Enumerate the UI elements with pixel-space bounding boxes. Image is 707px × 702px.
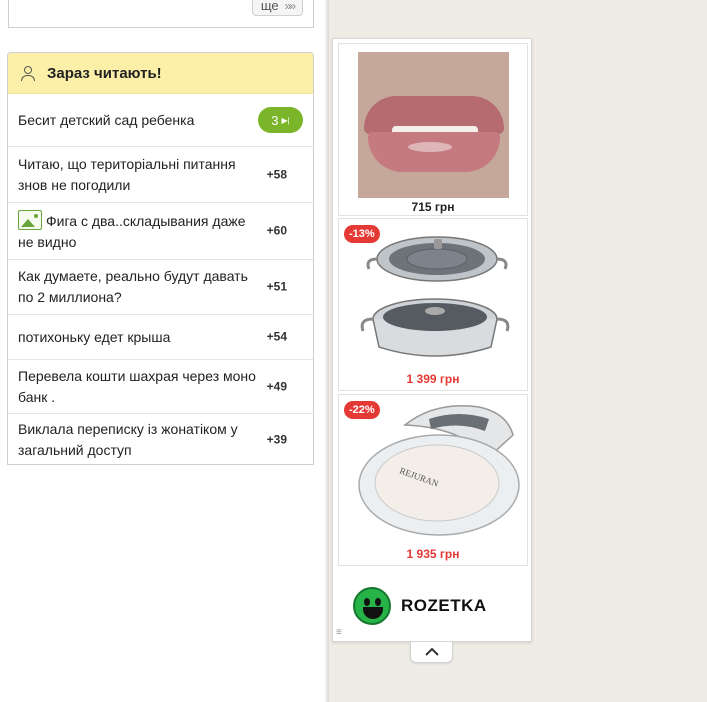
product-card-cushion[interactable]: REJURAN -22% 1 935 грн [338,394,528,566]
product-price: 1 399 грн [406,372,460,386]
play-icon: ▶| [281,115,290,125]
list-item[interactable]: Читаю, що територіальні питання знов не … [8,147,313,203]
rozetka-brand-text: ROZETKA [401,596,487,615]
user-icon [20,65,36,81]
reply-count: 3 [271,112,279,128]
previous-panel-bottom: ще »» [8,0,314,28]
rozetka-logo[interactable]: ROZETKA [353,587,487,625]
product-card-pan[interactable]: -13% 1 399 грн [338,218,528,391]
column-divider [325,0,329,702]
list-item[interactable]: Как думаете, реально будут давать по 2 м… [8,260,313,315]
discount-badge: -22% [344,401,380,419]
reply-count: +49 [266,379,287,393]
topic-title[interactable]: Фига с два..складывания даже не видно [18,209,257,253]
topic-title[interactable]: Виклала переписку із жонатіком у загальн… [18,419,257,461]
rozetka-smiley-icon [353,587,391,625]
reply-count: +60 [266,223,287,238]
double-chevron-right-icon: »» [284,0,296,13]
chevron-up-icon [424,647,439,656]
topic-title[interactable]: потихоньку едет крыша [18,327,170,348]
collapse-button[interactable] [410,642,453,663]
list-item[interactable]: Фига с два..складывания даже не видно +6… [8,203,313,260]
discount-badge: -13% [344,225,380,243]
topic-title[interactable]: Читаю, що територіальні питання знов не … [18,154,257,196]
reading-now-panel: Зараз читають! Бесит детский сад ребенка… [7,52,314,465]
list-item[interactable]: Перевела кошти шахрая через моно банк . … [8,360,313,414]
topic-title[interactable]: Бесит детский сад ребенка [18,110,194,131]
image-icon [18,209,42,230]
product-price: 715 грн [411,200,455,214]
topic-title-text: Фига с два..складывания даже не видно [18,212,246,250]
more-button[interactable]: ще »» [251,0,303,16]
reply-count: +39 [266,432,287,447]
list-item[interactable]: Виклала переписку із жонатіком у загальн… [8,414,313,464]
new-replies-badge[interactable]: 3 ▶| [258,107,303,133]
lipstick-product-image [358,52,509,198]
reply-count: +58 [266,167,287,181]
product-price: 1 935 грн [406,547,460,561]
topic-title[interactable]: Как думаете, реально будут давать по 2 м… [18,266,257,308]
reading-now-title: Зараз читають! [47,64,162,82]
list-item[interactable]: потихоньку едет крыша +54 [8,315,313,360]
product-card-lipstick[interactable]: 715 грн [338,43,528,216]
rozetka-ad-banner[interactable]: 715 грн -13% 1 399 грн REJURAN -22% 1 93… [332,38,532,642]
drag-handle-icon[interactable]: ≡ [336,627,342,638]
list-item[interactable]: Бесит детский сад ребенка 3 ▶| [8,94,313,147]
reply-count: +51 [266,279,287,294]
topic-title[interactable]: Перевела кошти шахрая через моно банк . [18,366,257,408]
reply-count: +54 [266,329,287,344]
reading-now-header: Зараз читають! [8,53,313,94]
more-label: ще [260,0,279,13]
